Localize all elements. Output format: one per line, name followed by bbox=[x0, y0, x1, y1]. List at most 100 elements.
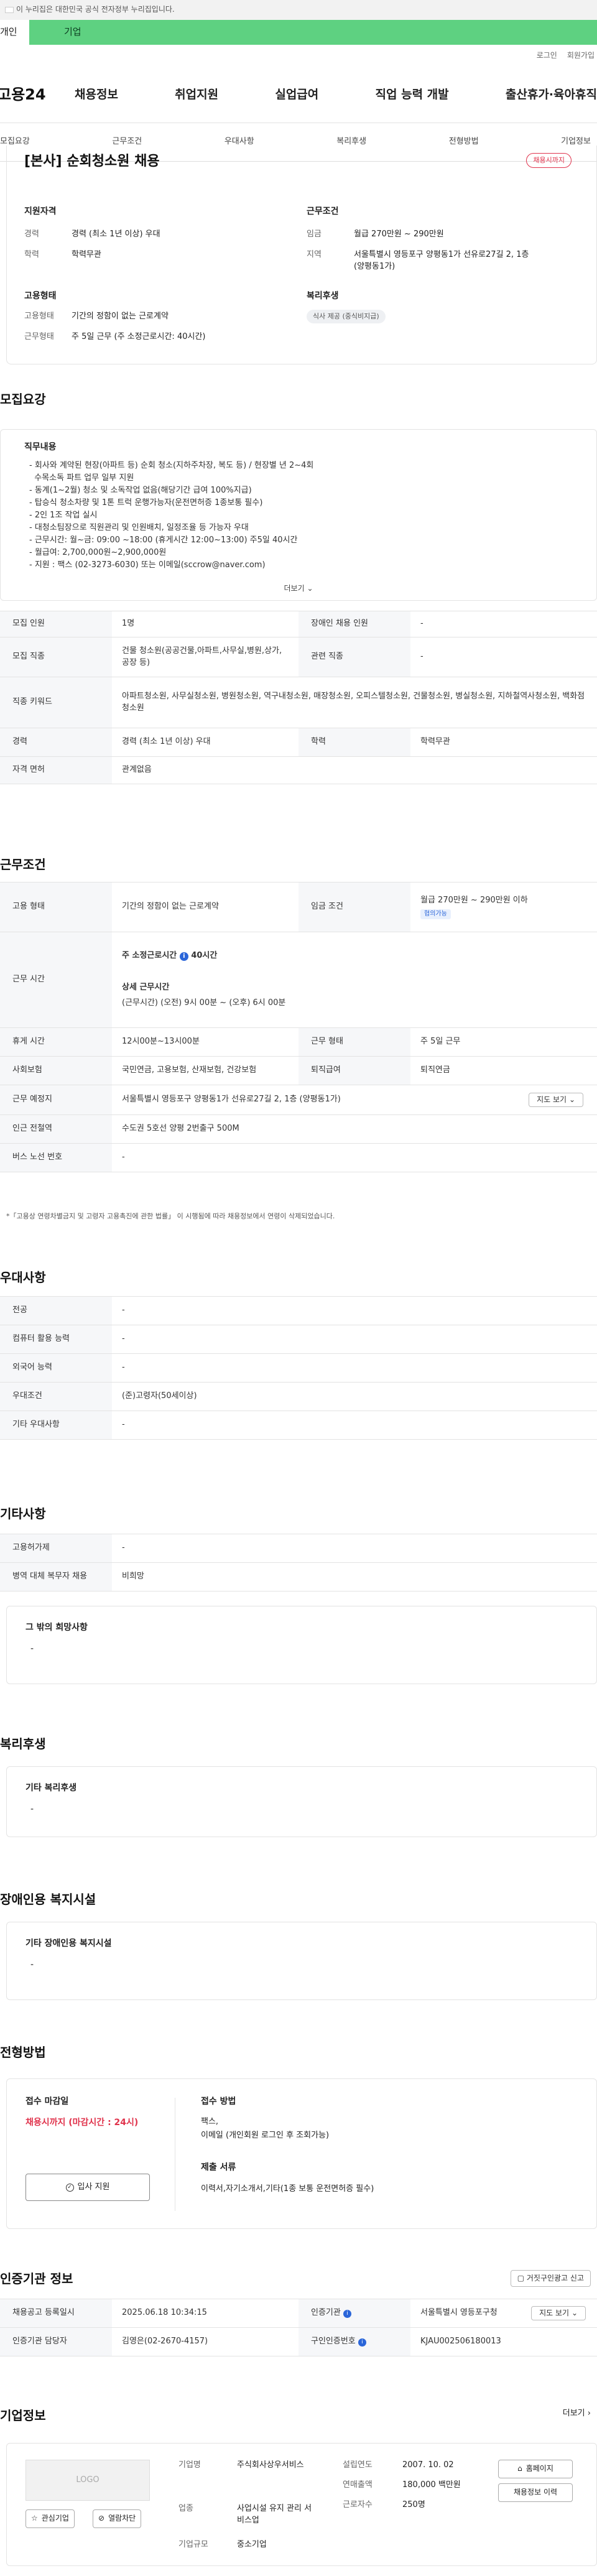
method-value-2: 이메일 (개인회원 로그인 후 조회가능) bbox=[201, 2131, 330, 2140]
table-value: 1명 bbox=[112, 611, 298, 637]
table-key: 근무 형태 bbox=[298, 1027, 410, 1057]
report-button[interactable]: ▢ 거짓구인광고 신고 bbox=[510, 2270, 591, 2287]
emp-key: 근무형태 bbox=[24, 332, 54, 342]
employment-block: 고용형태 고용형태 기간의 정함이 없는 근로계약 근무형태 주 5일 근무 (주 … bbox=[24, 290, 285, 343]
signup-link[interactable]: 회원가입 bbox=[567, 50, 595, 61]
info-icon[interactable]: i bbox=[179, 952, 188, 961]
tab-personal-label: 개인 bbox=[0, 26, 17, 38]
table-row: 모집 직종 건물 청소원(공공건물,아파트,사무실,병원,상가,공장 등) 관련 … bbox=[0, 637, 597, 677]
check-circle-icon: ✓ bbox=[65, 2183, 74, 2192]
table-row: 고용허가제 - bbox=[0, 1534, 597, 1563]
docs-value: 이력서,자기소개서,기타(1종 보통 운전면허증 필수) bbox=[201, 2184, 374, 2194]
welfare-block: 복리후생 식사 제공 (중식비지급) bbox=[307, 290, 568, 324]
table-key: 버스 노선 번호 bbox=[0, 1143, 112, 1172]
cert-agency-key: 인증기관 i bbox=[298, 2299, 410, 2328]
cond-key: 지역 bbox=[307, 250, 322, 260]
disabled-box-value: - bbox=[30, 1960, 34, 1970]
table-key: 장애인 채용 인원 bbox=[298, 611, 410, 637]
block-view-button[interactable]: ⊘ 열람차단 bbox=[93, 2509, 142, 2528]
table-value: - bbox=[112, 1353, 597, 1383]
qualification-title: 지원자격 bbox=[24, 206, 57, 216]
table-key: 전공 bbox=[0, 1296, 112, 1325]
table-key: 우대조건 bbox=[0, 1382, 112, 1411]
chevron-right-icon: › bbox=[587, 2409, 591, 2418]
cond-value: 서울특별시 영등포구 양평동1가 선유로27길 2, 1층 (양평동1가) bbox=[354, 250, 529, 271]
tab-company-label: 기업 bbox=[64, 26, 81, 38]
site-logo[interactable]: 고용24 bbox=[0, 84, 75, 106]
table-row: 인증기관 담당자 김영은(02-2670-4157) 구인인증번호 i KJAU0… bbox=[0, 2327, 597, 2356]
disabled-section-title: 장애인용 복지시설 bbox=[0, 1892, 96, 1907]
company-field-key: 연매출액 bbox=[343, 2480, 373, 2490]
table-key: 외국어 능력 bbox=[0, 1353, 112, 1383]
gnb-item-training[interactable]: 직업 능력 개발 bbox=[376, 86, 449, 104]
employment-title: 고용형태 bbox=[24, 291, 57, 301]
table-row: 휴게 시간 12시00분~13시00분 근무 형태 주 5일 근무 bbox=[0, 1027, 597, 1057]
table-key: 직종 키워드 bbox=[0, 677, 112, 728]
cert-agency-cell: 서울특별시 영등포구청 지도 보기 ⌄ bbox=[410, 2299, 597, 2328]
table-key: 기타 우대사항 bbox=[0, 1411, 112, 1440]
table-key: 모집 인원 bbox=[0, 611, 112, 637]
table-value: - bbox=[112, 1325, 597, 1354]
cert-number-key: 구인인증번호 i bbox=[298, 2327, 410, 2356]
table-row: 근무 예정지 서울특별시 영등포구 양평동1가 선유로27길 2, 1층 (양평… bbox=[0, 1085, 597, 1115]
disabled-facility-box: 기타 장애인용 복지시설 - bbox=[6, 1922, 597, 2000]
work-section-title: 근무조건 bbox=[0, 857, 46, 872]
company-more-label: 더보기 bbox=[562, 2409, 585, 2418]
table-key: 고용 형태 bbox=[0, 882, 112, 932]
cond-key: 임금 bbox=[307, 229, 322, 239]
emp-value: 기간의 정함이 없는 근로계약 bbox=[72, 312, 169, 322]
table-value: - bbox=[112, 1143, 597, 1172]
job-history-button[interactable]: 채용정보 이력 bbox=[498, 2483, 573, 2502]
welfare-box-value: - bbox=[30, 1804, 34, 1814]
gnb-item-unemployment-benefit[interactable]: 실업급여 bbox=[275, 86, 318, 104]
apply-button[interactable]: ✓ 입사 지원 bbox=[25, 2174, 150, 2201]
table-row: 기타 우대사항 - bbox=[0, 1411, 597, 1440]
recruit-table: 모집 인원 1명 장애인 채용 인원 - 모집 직종 건물 청소원(공공건물,아파트,… bbox=[0, 611, 597, 784]
interest-company-button[interactable]: ☆ 관심기업 bbox=[25, 2509, 75, 2528]
wage-cell: 월급 270만원 ~ 290만원 이하 협의가능 bbox=[410, 882, 597, 932]
gnb-item-jobs[interactable]: 채용정보 bbox=[75, 86, 118, 104]
welfare-pill: 식사 제공 (중식비지급) bbox=[307, 310, 386, 324]
map-button[interactable]: 지도 보기 ⌄ bbox=[531, 2306, 586, 2321]
qual-key: 학력 bbox=[24, 250, 39, 260]
pref-table: 전공 - 컴퓨터 활용 능력 - 외국어 능력 - 우대조건 (준)고령자(50세이상)… bbox=[0, 1296, 597, 1440]
company-employees: 250명 bbox=[402, 2500, 425, 2509]
table-key: 자격 면허 bbox=[0, 756, 112, 784]
chevron-down-icon: ⌄ bbox=[571, 2309, 578, 2317]
table-key: 휴게 시간 bbox=[0, 1027, 112, 1057]
tab-company[interactable]: 기업 bbox=[29, 20, 597, 45]
table-row: 모집 인원 1명 장애인 채용 인원 - bbox=[0, 611, 597, 637]
location-value: 서울특별시 영등포구 양평동1가 선유로27길 2, 1층 (양평동1가) bbox=[122, 1095, 341, 1105]
company-revenue: 180,000 백만원 bbox=[402, 2480, 461, 2490]
table-row: 컴퓨터 활용 능력 - bbox=[0, 1325, 597, 1354]
info-icon[interactable]: i bbox=[343, 2310, 351, 2319]
map-button[interactable]: 지도 보기 ⌄ bbox=[529, 1093, 583, 1108]
table-row: 경력 경력 (최소 1년 이상) 우대 학력 학력무관 bbox=[0, 728, 597, 757]
pref-section-title: 우대사항 bbox=[0, 1270, 46, 1285]
tab-personal[interactable]: 개인 bbox=[0, 20, 29, 45]
info-icon[interactable]: i bbox=[358, 2338, 366, 2347]
etc-section-title: 기타사항 bbox=[0, 1506, 46, 1521]
welfare-box-title: 기타 복리후생 bbox=[25, 1783, 77, 1793]
home-icon: ⌂ bbox=[517, 2464, 522, 2473]
job-title: [본사] 순회청소원 채용 bbox=[24, 154, 160, 169]
selection-box: 접수 마감일 채용시까지 (마감시간 : 24시) ✓ 입사 지원 접수 방법 … bbox=[6, 2078, 597, 2229]
qual-value: 학력무관 bbox=[72, 250, 101, 260]
login-link[interactable]: 로그인 bbox=[537, 50, 557, 61]
welfare-box: 기타 복리후생 - bbox=[6, 1766, 597, 1837]
welfare-section-title: 복리후생 bbox=[0, 1736, 46, 1751]
weekly-hours-label: 주 소정근로시간 bbox=[122, 951, 177, 961]
gnb-item-leave[interactable]: 출산휴가·육아휴직 bbox=[506, 86, 597, 104]
gnb-menu: 채용정보 취업지원 실업급여 직업 능력 개발 출산휴가·육아휴직 bbox=[75, 86, 597, 104]
company-more-link[interactable]: 더보기 › bbox=[563, 2408, 591, 2420]
report-button-label: 거짓구인광고 신고 bbox=[526, 2274, 584, 2282]
homepage-button[interactable]: ⌂ 홈페이지 bbox=[498, 2460, 573, 2478]
location-cell: 서울특별시 영등포구 양평동1가 선유로27길 2, 1층 (양평동1가) 지도… bbox=[112, 1085, 597, 1115]
flag-icon bbox=[5, 7, 14, 13]
disabled-box-title: 기타 장애인용 복지시설 bbox=[25, 1939, 112, 1948]
table-key: 채용공고 등록일시 bbox=[0, 2299, 112, 2328]
more-button[interactable]: 더보기 ⌄ bbox=[1, 583, 596, 594]
table-value: - bbox=[112, 1534, 597, 1563]
gnb-item-employment-support[interactable]: 취업지원 bbox=[175, 86, 218, 104]
table-key: 고용허가제 bbox=[0, 1534, 112, 1563]
